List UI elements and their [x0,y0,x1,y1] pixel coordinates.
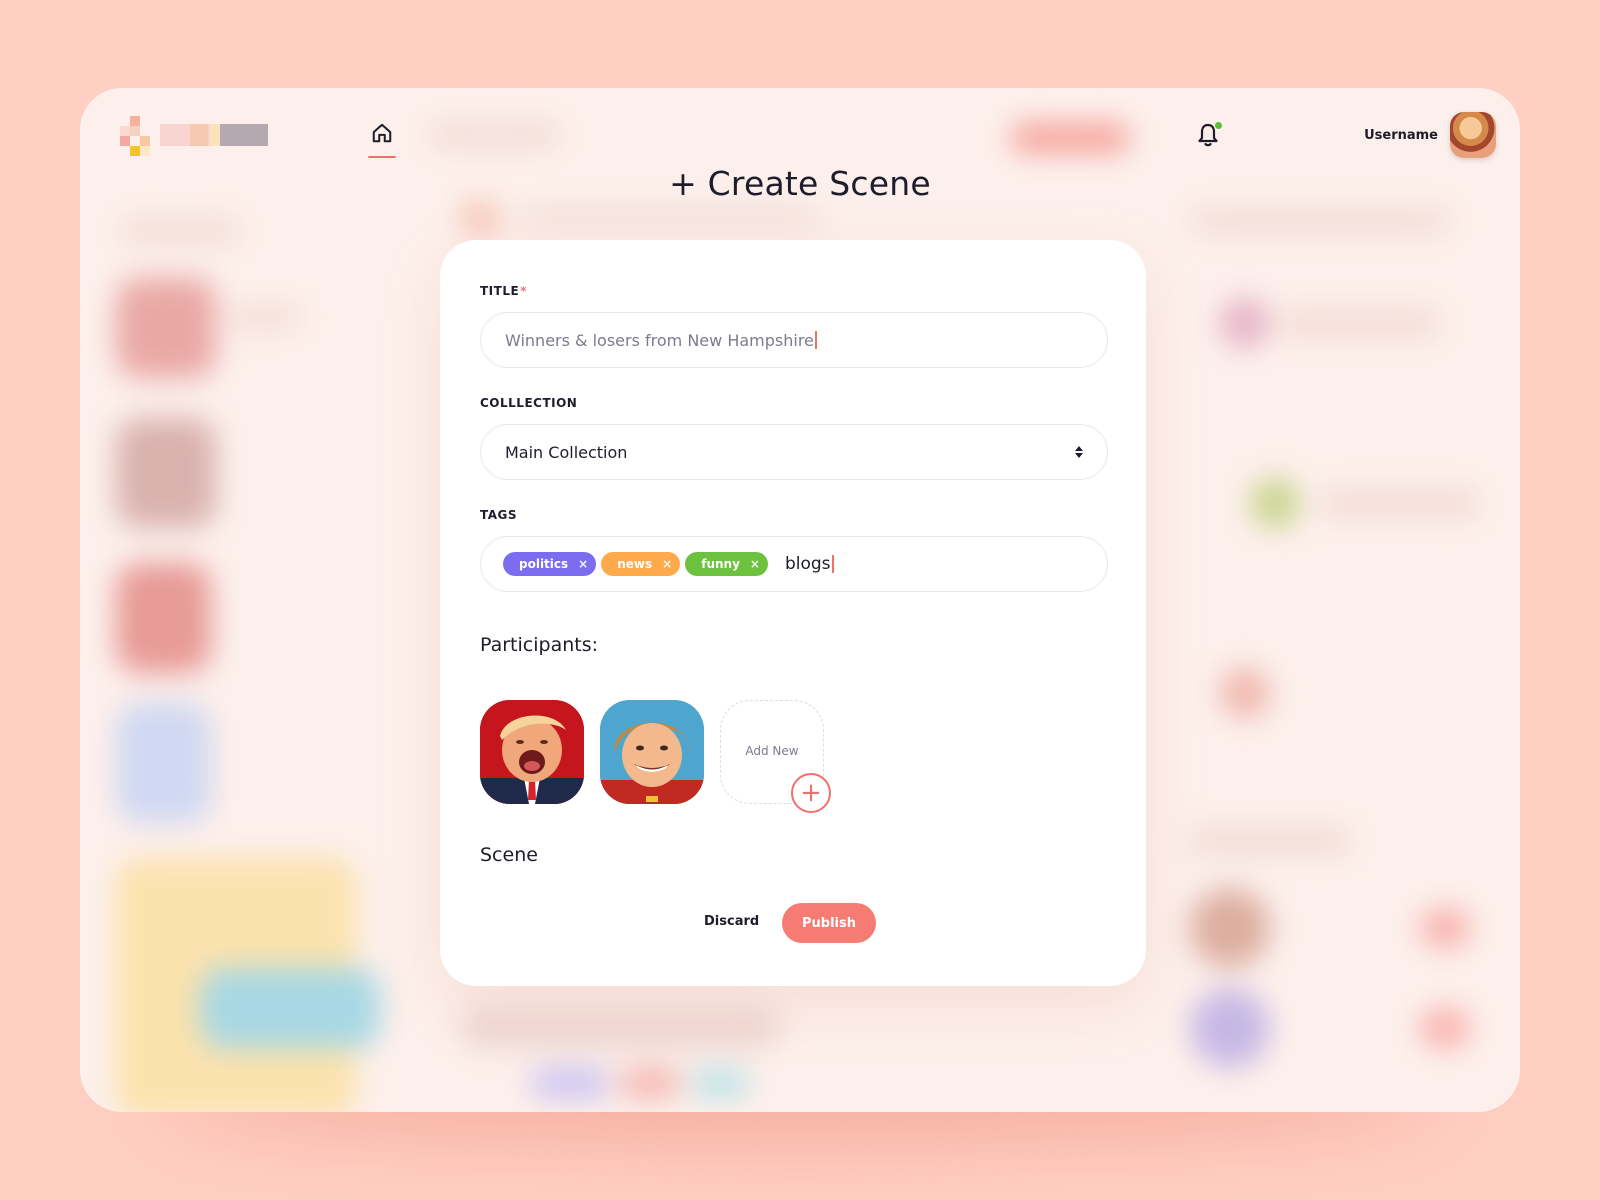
tags-field-label: TAGS [480,508,518,522]
tag-label: news [617,557,653,571]
tag-chip: funny × [685,552,768,576]
username-label: Username [1364,127,1438,143]
active-tab-indicator [368,156,396,158]
participant-avatar[interactable] [600,700,704,804]
title-input-value: Winners & losers from New Hampshire [505,330,814,350]
tag-remove-icon[interactable]: × [750,557,760,571]
add-participant-button[interactable]: Add New + [720,700,831,813]
user-menu[interactable]: Username [1364,112,1496,158]
tag-chip: politics × [503,552,597,576]
discard-button[interactable]: Discard [704,914,759,929]
text-caret [814,331,817,349]
tag-remove-icon[interactable]: × [578,557,588,571]
collection-field-label: COLLLECTION [480,396,578,410]
tag-label: politics [519,557,569,571]
notifications-button[interactable] [1196,122,1224,152]
tag-chip: news × [601,552,681,576]
publish-button[interactable]: Publish [782,903,876,943]
tag-remove-icon[interactable]: × [662,557,672,571]
create-scene-modal: TITLE* Winners & losers from New Hampshi… [440,240,1146,986]
participant-avatar[interactable] [480,700,584,804]
text-caret [831,555,834,573]
required-asterisk: * [520,284,527,298]
scene-heading: Scene [480,844,538,866]
brand-logo[interactable] [120,116,270,156]
tags-input[interactable]: politics × news × funny × blogs [480,536,1108,592]
avatar [1450,112,1496,158]
add-new-label: Add New [745,744,799,758]
title-input[interactable]: Winners & losers from New Hampshire [480,312,1108,368]
tag-input-value: blogs [785,554,834,574]
collection-select[interactable]: Main Collection [480,424,1108,480]
notification-dot [1215,122,1222,129]
title-field-label: TITLE* [480,284,527,298]
tag-label: funny [701,557,740,571]
participants-heading: Participants: [480,634,599,656]
select-arrows-icon [1075,446,1083,458]
app-window: Username + Create Scene TITLE* Winners &… [80,88,1520,1112]
modal-title: + Create Scene [669,164,931,203]
home-icon [372,123,392,143]
plus-icon[interactable]: + [791,773,831,813]
collection-select-value: Main Collection [505,442,628,462]
home-tab[interactable] [366,118,398,158]
